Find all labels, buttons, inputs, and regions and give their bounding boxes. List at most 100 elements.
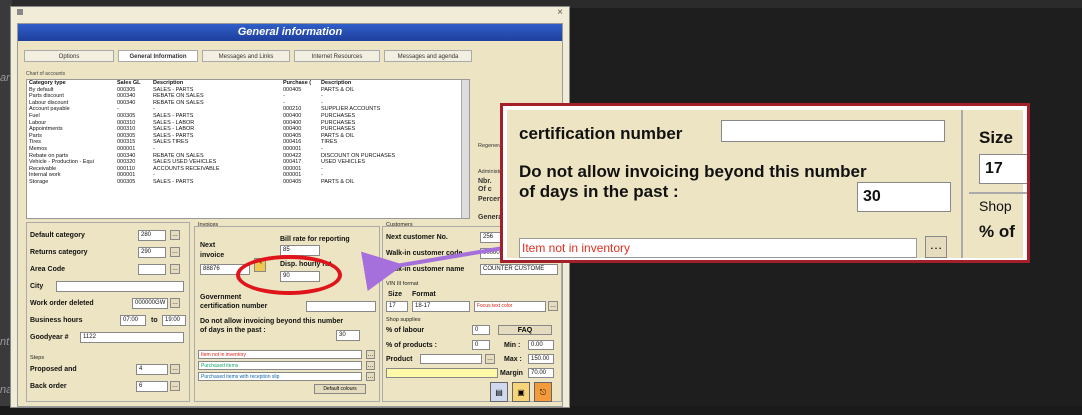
margin-field[interactable]: 70.00 <box>528 368 554 378</box>
table-row[interactable]: Account payable - - 000210 SUPPLIER ACCOUNTS <box>27 106 469 113</box>
zoom-cert-field[interactable] <box>721 120 945 142</box>
default-category-field[interactable]: 280 <box>138 230 166 241</box>
lookup-button[interactable]: … <box>170 298 180 308</box>
table-cell: SALES USED VEHICLES <box>153 159 217 166</box>
no-invoice-label-2: of days in the past : <box>200 327 266 334</box>
table-row[interactable]: Labour discount 000340 REBATE ON SALES - - <box>27 100 469 107</box>
proposed-field[interactable]: 4 <box>136 364 168 375</box>
margin-label: Margin <box>500 370 523 377</box>
back-order-field[interactable]: 6 <box>136 381 168 392</box>
cert-number-field[interactable] <box>306 301 376 312</box>
table-cell: 000110 <box>117 165 135 172</box>
table-cell: By default <box>29 86 54 93</box>
min-field[interactable]: 0.00 <box>528 340 554 350</box>
product-description-field[interactable] <box>386 368 498 378</box>
scrollbar[interactable] <box>461 80 469 218</box>
zoom-days-field[interactable]: 30 <box>857 182 951 212</box>
zoom-size-field[interactable]: 17 <box>979 154 1027 184</box>
table-row[interactable]: Fuel 000305 SALES - PARTS 000400 PURCHASES <box>27 113 469 120</box>
color-picker-button[interactable]: … <box>548 301 558 311</box>
tab-general-information[interactable]: General Information <box>118 50 198 62</box>
table-row[interactable]: Internal work 000001 - 000001 - <box>27 172 469 179</box>
no-invoice-days-field[interactable]: 30 <box>336 330 360 341</box>
city-field[interactable] <box>56 281 184 292</box>
table-cell: - <box>283 99 285 106</box>
lookup-button[interactable]: … <box>170 381 180 391</box>
size-label: Size <box>388 291 403 298</box>
lookup-button[interactable]: … <box>170 230 180 240</box>
lookup-button[interactable]: … <box>170 264 180 274</box>
lookup-button[interactable]: … <box>170 247 180 257</box>
to-label: to <box>151 317 158 324</box>
focus-text-color-field[interactable]: Focus text color <box>474 301 546 312</box>
table-row[interactable]: Vehicle - Production - Equi 000320 SALES U… <box>27 159 469 166</box>
tab-messages-and-links[interactable]: Messages and Links <box>202 50 290 62</box>
msg-item-not-in-inventory[interactable]: Item not in inventory <box>198 350 362 359</box>
walkin-code-label: Walk-in customer code <box>386 250 463 257</box>
hours-from-field[interactable]: 07:00 <box>120 315 146 326</box>
chart-of-accounts-table[interactable]: Category type Sales GL Description Purch… <box>26 79 470 219</box>
default-colours-button[interactable]: Default colours <box>314 384 366 394</box>
table-row[interactable]: Parts 000305 SALES - PARTS 000405 PARTS & OI… <box>27 133 469 140</box>
format-field[interactable]: 18-17 <box>412 301 470 312</box>
table-cell: PARTS & OIL <box>321 178 355 185</box>
faq-button[interactable]: FAQ <box>498 325 552 335</box>
lookup-button[interactable]: … <box>170 364 180 374</box>
table-cell: 000340 <box>117 93 136 100</box>
table-row[interactable]: Appointments 000310 SALES - LABOR 000400 PUR… <box>27 126 469 133</box>
table-cell: Labour discount <box>29 99 69 106</box>
pct-products-field[interactable]: 0 <box>472 340 490 350</box>
table-row[interactable]: Memos 000001 - 000001 - <box>27 146 469 153</box>
tab-internet-resources[interactable]: Internet Resources <box>294 50 380 62</box>
hours-to-field[interactable]: 19:00 <box>162 315 186 326</box>
table-cell: SALES - LABOR <box>153 119 195 126</box>
zoom-color-picker-button[interactable]: … <box>925 236 947 258</box>
table-cell: Memos <box>29 145 48 152</box>
max-field[interactable]: 150.00 <box>528 354 554 364</box>
print-icon[interactable]: ▤ <box>490 382 508 402</box>
pct-labour-field[interactable]: 0 <box>472 325 490 335</box>
table-cell: 000400 <box>283 112 302 119</box>
tab-options[interactable]: Options <box>24 50 114 62</box>
product-field[interactable] <box>420 354 482 364</box>
table-row[interactable]: By default 000305 SALES - PARTS 000405 PARTS… <box>27 87 469 94</box>
screenshot-popup: × General information Options General In… <box>10 6 570 408</box>
table-row[interactable]: Rebate on parts 000340 REBATE ON SALES 0004… <box>27 153 469 160</box>
save-icon[interactable]: ▣ <box>512 382 530 402</box>
walkin-name-field[interactable]: COUNTER CUSTOME <box>480 264 558 275</box>
invoice-label: invoice <box>200 252 225 259</box>
work-order-deleted-field[interactable]: 000000GW <box>132 298 168 309</box>
table-cell: 000001 <box>117 172 136 179</box>
table-cell: PURCHASES <box>321 112 356 119</box>
column-header: Sales GL <box>117 80 141 86</box>
tab-messages-and-agenda[interactable]: Messages and agenda <box>384 50 472 62</box>
close-icon[interactable]: × <box>557 7 563 18</box>
table-row[interactable]: Receivable 000110 ACCOUNTS RECEIVABLE 00000… <box>27 166 469 173</box>
table-cell: SUPPLIER ACCOUNTS <box>321 106 381 113</box>
color-picker-button[interactable]: … <box>366 350 375 359</box>
size-field[interactable]: 17 <box>386 301 408 312</box>
table-cell: REBATE ON SALES <box>153 99 204 106</box>
exit-icon[interactable]: ⎋ <box>534 382 552 402</box>
zoom-shop-label: Shop <box>979 198 1012 214</box>
table-row[interactable]: Parts discount 000340 REBATE ON SALES - - <box>27 93 469 100</box>
lookup-button[interactable]: … <box>485 354 495 364</box>
color-picker-button[interactable]: … <box>366 372 375 381</box>
msg-purchased-items[interactable]: Purchased items <box>198 361 362 370</box>
table-row[interactable]: Storage 000305 SALES - PARTS 000405 PARTS & … <box>27 179 469 186</box>
zoom-inset: certification number Do not allow invoic… <box>500 103 1030 263</box>
goodyear-field[interactable]: 1122 <box>80 332 184 343</box>
government-label: Government <box>200 294 242 301</box>
zoom-no-invoice-label-2: of days in the past : <box>519 182 679 201</box>
column-header: Description <box>153 80 184 86</box>
walkin-name-label: Walk-in customer name <box>386 266 465 273</box>
color-picker-button[interactable]: … <box>366 361 375 370</box>
table-cell: - <box>321 145 323 152</box>
msg-purchased-with-slip[interactable]: Purchased items with reception slip <box>198 372 362 381</box>
table-row[interactable]: Tires 000315 SALES TIRES 000416 TIRES <box>27 139 469 146</box>
table-cell: 000320 <box>117 159 136 166</box>
zoom-item-not-in-inventory[interactable]: Item not in inventory <box>519 238 917 258</box>
returns-category-field[interactable]: 290 <box>138 247 166 258</box>
area-code-field[interactable] <box>138 264 166 275</box>
table-row[interactable]: Labour 000310 SALES - LABOR 000400 PURCHASES <box>27 120 469 127</box>
